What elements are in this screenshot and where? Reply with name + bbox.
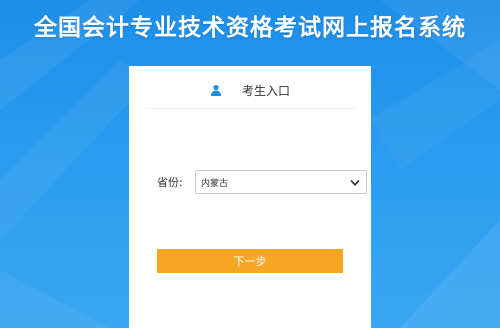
next-step-button[interactable]: 下一步 <box>157 249 343 273</box>
user-icon <box>210 85 221 96</box>
province-select[interactable]: 内蒙古 <box>195 170 367 194</box>
province-selected-value: 内蒙古 <box>201 178 229 189</box>
province-row: 省份: 内蒙古 <box>157 170 367 194</box>
province-label: 省份: <box>157 176 183 189</box>
page-title: 全国会计专业技术资格考试网上报名系统 <box>34 15 466 41</box>
tab-candidate-entry[interactable]: 考生入口 <box>145 72 355 109</box>
login-panel: 考生入口 省份: 内蒙古 下一步 <box>129 66 371 328</box>
chevron-down-icon <box>350 180 360 186</box>
tab-label: 考生入口 <box>241 83 290 98</box>
